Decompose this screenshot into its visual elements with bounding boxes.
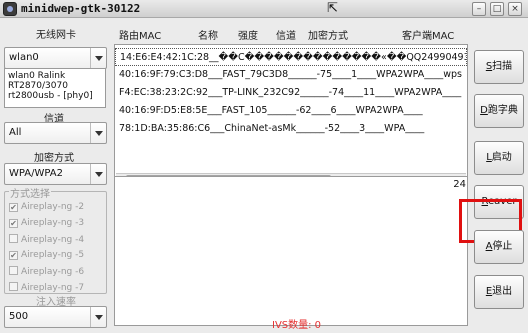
method-group-label: 方式选择 (9, 185, 51, 200)
card-select[interactable]: wlan0 (4, 47, 107, 69)
method-option-label: Aireplay-ng -7 (21, 283, 85, 293)
chevron-down-icon (90, 123, 106, 143)
method-option-label: Aireplay-ng -4 (21, 235, 85, 245)
column-header[interactable]: 名称 (198, 27, 218, 42)
checkbox-icon: ✔ (9, 203, 18, 212)
method-option[interactable]: ✔ Aireplay-ng -2 (9, 202, 84, 216)
card-info-line: rt2800usb - [phy0] (8, 91, 93, 101)
column-header[interactable]: 路由MAC (119, 27, 161, 42)
output-counter: 24 (453, 179, 466, 190)
start-button-label: 启动 (491, 152, 512, 163)
network-row[interactable]: 40:16:9F:D5:E8:5E___FAST_105______-62___… (119, 102, 465, 120)
close-button[interactable]: × (508, 2, 522, 16)
scan-button[interactable]: S扫描 (474, 50, 524, 84)
encryption-select-value: WPA/WPA2 (9, 168, 63, 179)
app-icon (3, 2, 17, 16)
channel-select-value: All (9, 127, 22, 138)
network-row[interactable]: 14:E6:E4:42:1C:28__��C��������������«��Q… (115, 48, 467, 66)
checkbox-icon (9, 266, 18, 275)
dictionary-button-label: 跑字典 (487, 105, 518, 116)
start-button[interactable]: L启动 (474, 141, 524, 175)
method-option[interactable]: Aireplay-ng -4 (9, 234, 84, 248)
checkbox-icon (9, 234, 18, 243)
exit-button[interactable]: E退出 (474, 275, 524, 309)
chevron-down-icon (90, 307, 106, 327)
method-option-label: Aireplay-ng -5 (21, 250, 85, 260)
mouse-cursor-icon: ⇱ (327, 1, 338, 16)
scan-button-label: 扫描 (492, 61, 513, 72)
column-header[interactable]: 客户端MAC (402, 27, 454, 42)
ivs-status: IVS数量: 0 (272, 320, 322, 331)
card-select-value: wlan0 (9, 52, 39, 63)
card-info: wlan0 Ralink RT2870/3070 rt2800usb - [ph… (4, 68, 106, 108)
checkbox-icon: ✔ (9, 219, 18, 228)
method-group: 方式选择 ✔ Aireplay-ng -2 ✔ Aireplay-ng -3 Air… (4, 185, 107, 294)
stop-button-label: 停止 (492, 241, 513, 252)
network-row[interactable]: F4:EC:38:23:2C:92___TP-LINK_232C92______… (119, 84, 465, 102)
checkbox-icon: ✔ (9, 251, 18, 260)
network-list: 14:E6:E4:42:1C:28__��C��������������«��Q… (114, 44, 468, 186)
chevron-down-icon (90, 48, 106, 68)
output-area[interactable]: 24 (114, 176, 468, 326)
method-option[interactable]: ✔ Aireplay-ng -3 (9, 218, 84, 232)
title-bar: minidwep-gtk-30122 – □ × (0, 0, 528, 18)
card-label: 无线网卡 (36, 30, 76, 41)
stop-button[interactable]: A停止 (474, 230, 524, 264)
main-panel: 无线网卡 wlan0 wlan0 Ralink RT2870/3070 rt28… (0, 18, 528, 333)
checkbox-icon (9, 282, 18, 291)
rate-select-value: 500 (9, 311, 29, 322)
method-option-label: Aireplay-ng -6 (21, 267, 85, 277)
column-header[interactable]: 信道 (276, 27, 296, 42)
method-option-label: Aireplay-ng -2 (21, 202, 85, 212)
column-header[interactable]: 强度 (238, 27, 258, 42)
channel-select[interactable]: All (4, 122, 107, 144)
minimize-button[interactable]: – (472, 2, 486, 16)
card-info-line: RT2870/3070 (8, 81, 68, 91)
window-title: minidwep-gtk-30122 (21, 2, 141, 15)
exit-button-label: 退出 (492, 286, 513, 297)
encryption-select[interactable]: WPA/WPA2 (4, 163, 107, 185)
column-header[interactable]: 加密方式 (308, 27, 348, 42)
rate-select[interactable]: 500 (4, 306, 107, 328)
method-option[interactable]: Aireplay-ng -6 (9, 266, 84, 280)
maximize-button[interactable]: □ (490, 2, 504, 16)
method-option-label: Aireplay-ng -3 (21, 218, 85, 228)
encryption-label: 加密方式 (34, 153, 74, 164)
method-option[interactable]: ✔ Aireplay-ng -5 (9, 250, 84, 264)
dictionary-button[interactable]: D跑字典 (474, 94, 524, 128)
dictionary-button-key: D (480, 105, 488, 116)
network-row[interactable]: 78:1D:BA:35:86:C6___ChinaNet-asMk______-… (119, 120, 465, 138)
card-info-line: wlan0 Ralink (8, 71, 66, 81)
chevron-down-icon (90, 164, 106, 184)
network-row[interactable]: 40:16:9F:79:C3:D8___FAST_79C3D8______-75… (119, 66, 465, 84)
